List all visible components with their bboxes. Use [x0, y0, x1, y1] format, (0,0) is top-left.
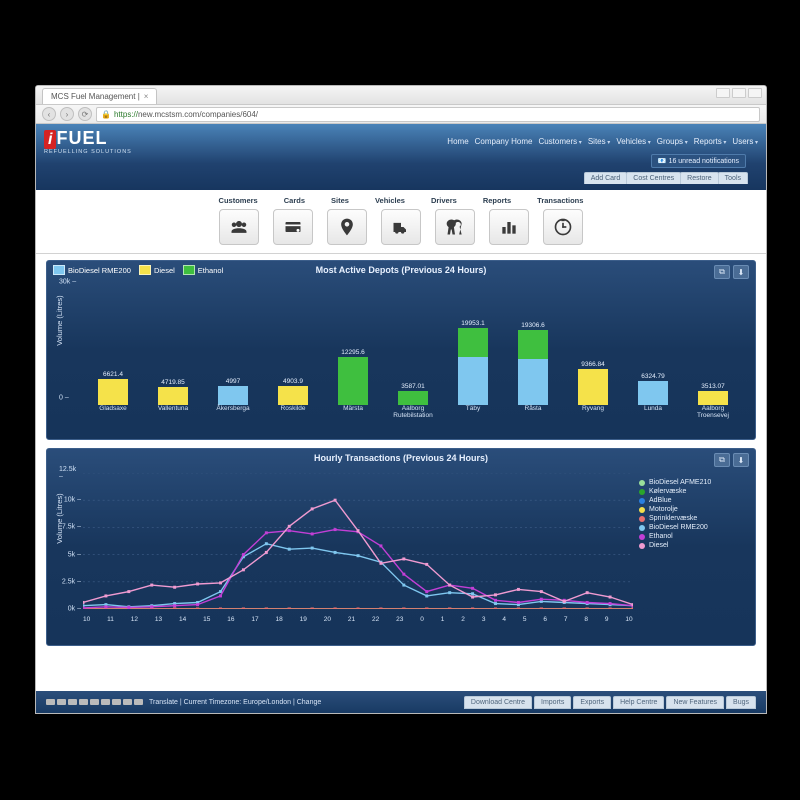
iconbtn-reports[interactable] — [489, 209, 529, 245]
legend-item: Motorolje — [639, 506, 743, 513]
bar-column: 19306.6 — [510, 322, 556, 405]
window-buttons[interactable] — [716, 88, 762, 98]
legend-item: Diesel — [139, 265, 175, 275]
iconbar-label: Drivers — [431, 196, 457, 205]
app-content: iFUEL REFUELLING SOLUTIONS Home Company H… — [36, 124, 766, 713]
chart1-legend: BioDiesel RME200 Diesel Ethanol — [53, 265, 223, 275]
iconbar: Customers Cards Sites Vehicles Drivers Report… — [36, 190, 766, 254]
back-button[interactable]: ‹ — [42, 107, 56, 121]
top-nav: Home Company Home Customers ▾ Sites ▾ Vehicl… — [447, 137, 758, 146]
header-subtabs: Add CardCost CentresRestoreTools — [585, 172, 748, 184]
nav-customers[interactable]: Customers ▾ — [538, 137, 581, 146]
bar-column: 4903.9 — [270, 378, 316, 405]
url-field[interactable]: 🔒https://new.mcstsm.com/companies/604/ — [96, 107, 760, 122]
legend-item: BioDiesel RME200 — [53, 265, 131, 275]
subtab-cost-centres[interactable]: Cost Centres — [626, 172, 681, 184]
close-icon[interactable]: × — [144, 89, 149, 104]
bar-column: 12295.6 — [330, 349, 376, 405]
bar-column: 3513.07 — [690, 383, 736, 405]
iconbtn-customers[interactable] — [219, 209, 259, 245]
chart2-legend: BioDiesel AFME210 Kølervæske AdBlue Motorol… — [639, 479, 743, 551]
bar-column: 9366.84 — [570, 361, 616, 405]
app-header: iFUEL REFUELLING SOLUTIONS Home Company H… — [36, 124, 766, 190]
legend-item: Kølervæske — [639, 488, 743, 495]
copy-icon[interactable]: ⧉ — [714, 453, 730, 467]
footer-link-new-features[interactable]: New Features — [666, 696, 724, 709]
bar-column: 4997 — [210, 378, 256, 405]
app-logo[interactable]: iFUEL REFUELLING SOLUTIONS — [44, 128, 132, 155]
footer-link-exports[interactable]: Exports — [573, 696, 611, 709]
bar-column: 19953.1 — [450, 320, 496, 405]
bar-chart: 0 –30k –6621.44719.8549974903.912295.635… — [83, 289, 743, 419]
footer-link-download-centre[interactable]: Download Centre — [464, 696, 532, 709]
card-most-active-depots: BioDiesel RME200DieselEthanol Most Activ… — [46, 260, 756, 440]
nav-reports[interactable]: Reports ▾ — [694, 137, 727, 146]
bar-column: 6621.4 — [90, 371, 136, 405]
iconbtn-sites[interactable] — [327, 209, 367, 245]
line-chart: 1011121314151617181920212223012345678910… — [83, 473, 743, 623]
notifications-badge[interactable]: 📧 16 unread notifications — [651, 154, 746, 168]
iconbar-label: Vehicles — [375, 196, 405, 205]
legend-item: Ethanol — [639, 533, 743, 540]
nav-sites[interactable]: Sites ▾ — [588, 137, 610, 146]
copy-icon[interactable]: ⧉ — [714, 265, 730, 279]
forward-button[interactable]: › — [60, 107, 74, 121]
legend-item: BioDiesel AFME210 — [639, 479, 743, 486]
iconbtn-cards[interactable] — [273, 209, 313, 245]
bar-column: 6324.79 — [630, 373, 676, 405]
footer-translate[interactable]: Translate | Current Timezone: Europe/Lon… — [149, 699, 321, 706]
iconbar-label: Cards — [284, 196, 305, 205]
card1-tools: ⧉ ⬇ — [714, 265, 749, 279]
iconbtn-vehicles[interactable] — [381, 209, 421, 245]
nav-groups[interactable]: Groups ▾ — [657, 137, 688, 146]
app-footer: Translate | Current Timezone: Europe/Lon… — [36, 691, 766, 713]
browser-window: MCS Fuel Management | × ‹ › ⟳ 🔒https://n… — [35, 85, 767, 714]
chart1-ylabel: Volume (Litres) — [55, 295, 64, 345]
subtab-add-card[interactable]: Add Card — [584, 172, 628, 184]
iconbar-label: Reports — [483, 196, 511, 205]
nav-company-home[interactable]: Company Home — [475, 137, 533, 146]
card-hourly-transactions: Hourly Transactions (Previous 24 Hours) … — [46, 448, 756, 646]
subtab-tools[interactable]: Tools — [718, 172, 748, 184]
card2-title: Hourly Transactions (Previous 24 Hours) — [53, 453, 749, 463]
nav-vehicles[interactable]: Vehicles ▾ — [616, 137, 650, 146]
iconbar-label: Sites — [331, 196, 349, 205]
browser-tab[interactable]: MCS Fuel Management | × — [42, 88, 157, 104]
legend-item: Diesel — [639, 542, 743, 549]
iconbtn-drivers[interactable] — [435, 209, 475, 245]
footer-link-imports[interactable]: Imports — [534, 696, 571, 709]
reload-button[interactable]: ⟳ — [78, 107, 92, 121]
footer-link-help-centre[interactable]: Help Centre — [613, 696, 664, 709]
footer-link-bugs[interactable]: Bugs — [726, 696, 756, 709]
nav-home[interactable]: Home — [447, 137, 468, 146]
browser-tabbar: MCS Fuel Management | × — [36, 86, 766, 105]
bar-column: 4719.85 — [150, 379, 196, 405]
language-flags[interactable] — [46, 699, 143, 705]
iconbar-label: Transactions — [537, 196, 583, 205]
tab-title: MCS Fuel Management | — [51, 89, 140, 104]
card2-tools: ⧉ ⬇ — [714, 453, 749, 467]
nav-users[interactable]: Users ▾ — [732, 137, 758, 146]
download-icon[interactable]: ⬇ — [733, 453, 749, 467]
legend-item: Ethanol — [183, 265, 223, 275]
iconbtn-transactions[interactable] — [543, 209, 583, 245]
legend-item: Sprinklervæske — [639, 515, 743, 522]
lock-icon: 🔒 — [101, 110, 111, 119]
subtab-restore[interactable]: Restore — [680, 172, 719, 184]
legend-item: BioDiesel RME200 — [639, 524, 743, 531]
footer-links: Download CentreImportsExportsHelp Centre… — [464, 696, 756, 709]
bar-column: 3587.01 — [390, 383, 436, 405]
legend-item: AdBlue — [639, 497, 743, 504]
browser-addressbar: ‹ › ⟳ 🔒https://new.mcstsm.com/companies/… — [36, 105, 766, 124]
iconbar-label: Customers — [219, 196, 258, 205]
download-icon[interactable]: ⬇ — [733, 265, 749, 279]
